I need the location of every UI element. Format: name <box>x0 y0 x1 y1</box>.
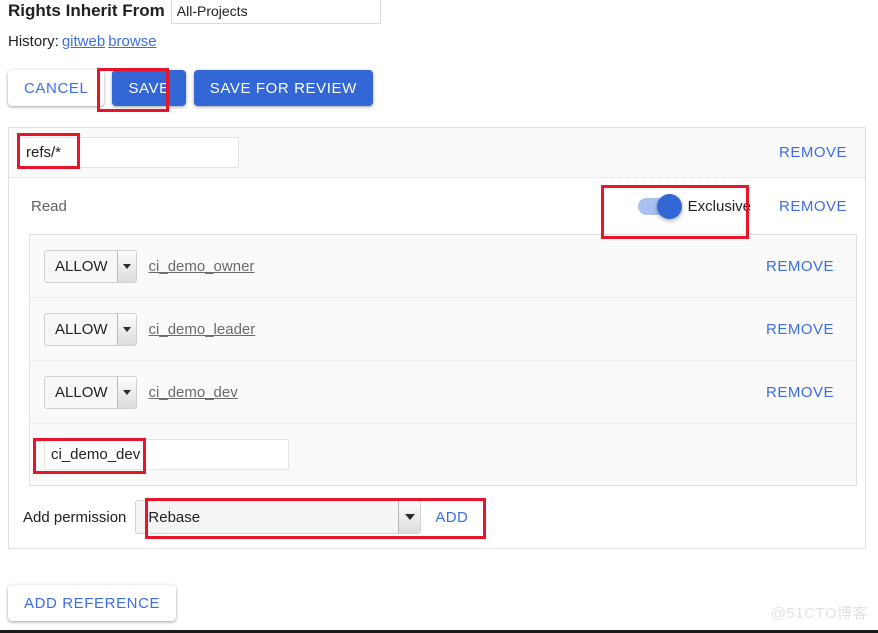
rights-inherit-from-input[interactable] <box>170 0 381 24</box>
rule-group-link-1[interactable]: ci_demo_leader <box>149 321 256 338</box>
history-link-browse[interactable]: browse <box>108 33 156 50</box>
rule-action-select-1[interactable]: ALLOW <box>44 312 137 346</box>
rule-group-link-0[interactable]: ci_demo_owner <box>149 258 255 275</box>
rule-group-link-2[interactable]: ci_demo_dev <box>149 384 238 401</box>
reference-name-input[interactable] <box>19 137 239 168</box>
watermark: @51CTO博客 <box>770 605 868 622</box>
add-group-row <box>30 424 856 486</box>
permission-rules-list: ALLOW ci_demo_owner REMOVE ALLOW ci_demo… <box>29 234 857 486</box>
remove-rule-link-0[interactable]: REMOVE <box>766 258 834 275</box>
exclusive-toggle-group: Exclusive <box>637 193 751 219</box>
add-permission-selected-value: Rebase <box>148 508 201 526</box>
chevron-down-icon <box>116 376 136 408</box>
access-reference-card: REMOVE Read Exclusive REMOVE ALLOW <box>8 127 866 549</box>
history-link-gitweb[interactable]: gitweb <box>62 33 105 50</box>
chevron-down-icon <box>116 250 136 282</box>
rights-inherit-from-label: Rights Inherit From <box>8 1 165 20</box>
remove-rule-link-1[interactable]: REMOVE <box>766 321 834 338</box>
history-row: History: gitweb browse <box>8 33 157 50</box>
rule-action-select-2[interactable]: ALLOW <box>44 375 137 409</box>
table-row: ALLOW ci_demo_dev REMOVE <box>30 361 856 424</box>
add-group-input[interactable] <box>44 439 289 470</box>
add-reference-button[interactable]: ADD REFERENCE <box>8 585 177 621</box>
action-button-bar: CANCEL SAVE SAVE FOR REVIEW <box>8 70 373 106</box>
rule-action-value-1: ALLOW <box>55 320 108 338</box>
save-button-wrapper: SAVE <box>112 70 186 106</box>
reference-name-row: REMOVE <box>9 128 865 178</box>
permission-block-read: Read Exclusive REMOVE ALLOW ci_demo_owne <box>9 178 865 486</box>
save-for-review-button-wrapper: SAVE FOR REVIEW <box>193 70 373 106</box>
add-permission-row: Add permission Rebase ADD <box>9 486 865 548</box>
permission-header-row: Read Exclusive REMOVE <box>9 178 865 234</box>
remove-reference-link[interactable]: REMOVE <box>779 144 847 161</box>
exclusive-label: Exclusive <box>687 197 751 215</box>
table-row: ALLOW ci_demo_owner REMOVE <box>30 235 856 298</box>
chevron-down-icon <box>398 501 421 533</box>
rights-inherit-from-row: Rights Inherit From <box>8 0 381 24</box>
chevron-down-icon <box>116 313 136 345</box>
rule-action-select-0[interactable]: ALLOW <box>44 249 137 283</box>
history-label: History: <box>8 33 59 50</box>
rule-action-value-0: ALLOW <box>55 257 108 275</box>
add-permission-button[interactable]: ADD <box>435 509 468 526</box>
table-row: ALLOW ci_demo_leader REMOVE <box>30 298 856 361</box>
remove-rule-link-2[interactable]: REMOVE <box>766 384 834 401</box>
exclusive-toggle[interactable] <box>637 193 682 219</box>
save-button[interactable]: SAVE <box>112 70 186 106</box>
permission-name-label: Read <box>31 197 67 215</box>
remove-permission-link[interactable]: REMOVE <box>779 198 847 215</box>
add-permission-label: Add permission <box>23 508 127 526</box>
gerrit-access-editor-page: Rights Inherit From History:gitwebbrowse… <box>0 0 878 633</box>
cancel-button[interactable]: CANCEL <box>8 70 105 106</box>
toggle-knob <box>656 193 682 219</box>
add-permission-select[interactable]: Rebase <box>135 500 422 534</box>
rule-action-value-2: ALLOW <box>55 383 108 401</box>
save-for-review-button[interactable]: SAVE FOR REVIEW <box>193 70 373 106</box>
